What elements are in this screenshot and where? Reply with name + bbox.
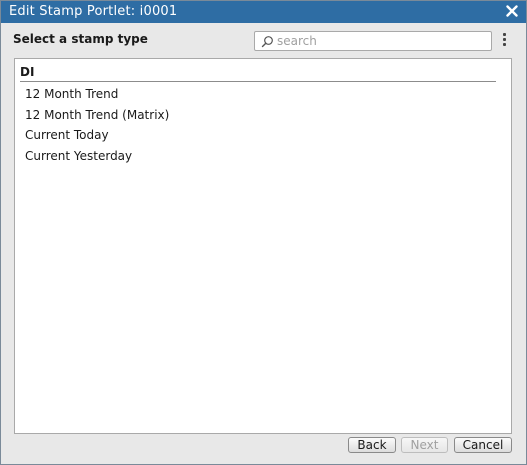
select-stamp-type-label: Select a stamp type	[13, 32, 148, 46]
search-icon	[261, 35, 274, 48]
list-item[interactable]: Current Today	[25, 125, 169, 146]
dialog-title: Edit Stamp Portlet: i0001	[9, 4, 178, 19]
close-icon[interactable]	[504, 3, 520, 19]
stamp-type-list: 12 Month Trend 12 Month Trend (Matrix) C…	[25, 84, 169, 166]
edit-stamp-dialog: Edit Stamp Portlet: i0001 Select a stamp…	[0, 0, 527, 465]
next-button[interactable]: Next	[401, 437, 448, 453]
list-item[interactable]: 12 Month Trend (Matrix)	[25, 105, 169, 126]
search-input[interactable]	[277, 33, 487, 49]
list-item[interactable]: Current Yesterday	[25, 146, 169, 167]
back-button[interactable]: Back	[348, 437, 396, 453]
list-item[interactable]: 12 Month Trend	[25, 84, 169, 105]
more-vertical-icon[interactable]	[499, 33, 509, 51]
stamp-type-list-panel[interactable]: DI 12 Month Trend 12 Month Trend (Matrix…	[14, 58, 512, 434]
cancel-button[interactable]: Cancel	[454, 437, 512, 453]
header-row: Select a stamp type	[1, 23, 526, 57]
dialog-footer: Back Next Cancel	[1, 434, 526, 464]
group-header-di: DI	[20, 65, 496, 82]
title-bar[interactable]: Edit Stamp Portlet: i0001	[1, 1, 526, 23]
search-box[interactable]	[254, 31, 492, 51]
